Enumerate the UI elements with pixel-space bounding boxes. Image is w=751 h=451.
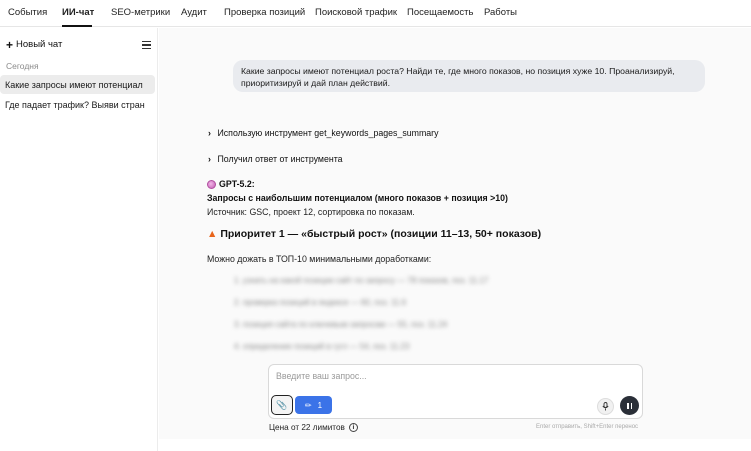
attach-button[interactable]: 📎	[271, 395, 293, 415]
user-message-bubble: Какие запросы имеют потенциал роста? Най…	[233, 60, 705, 92]
paperclip-icon: 📎	[276, 399, 288, 410]
blurred-list-item: 3. позиция сайта по ключевым запросам — …	[234, 320, 448, 329]
priority-heading-text: Приоритет 1 — «быстрый рост» (позиции 11…	[220, 228, 542, 240]
fire-icon: ▲	[207, 228, 218, 240]
chat-main-area: Какие запросы имеют потенциал роста? Най…	[159, 28, 751, 439]
tab-events[interactable]: События	[8, 7, 47, 18]
tool-call-text: Использую инструмент get_keywords_pages_…	[217, 128, 439, 138]
price-label: Цена от 22 лимитов	[269, 423, 345, 432]
top-navigation: События ИИ-чат SEO-метрики Аудит Проверк…	[0, 0, 751, 27]
model-name: GPT-5.2:	[219, 179, 255, 189]
microphone-icon	[602, 402, 609, 411]
chat-list-item[interactable]: Какие запросы имеют потенциал	[0, 75, 155, 94]
tab-position-check[interactable]: Проверка позиций	[224, 7, 305, 18]
tool-call-toggle[interactable]: › Использую инструмент get_keywords_page…	[208, 128, 439, 138]
chevron-right-icon: ›	[208, 154, 211, 164]
chat-sidebar: + Новый чат Сегодня Какие запросы имеют …	[0, 28, 158, 451]
tools-count: 1	[317, 400, 323, 410]
new-chat-label: Новый чат	[16, 39, 63, 50]
tab-works[interactable]: Работы	[484, 7, 517, 18]
model-icon	[207, 179, 216, 189]
tab-attendance[interactable]: Посещаемость	[407, 7, 473, 18]
stop-generation-button[interactable]	[620, 396, 639, 415]
message-composer: Введите ваш запрос... 📎 ✏ 1	[268, 364, 643, 419]
priority-text: Можно дожать в ТОП-10 минимальными дораб…	[207, 254, 432, 264]
answer-title: Запросы с наибольшим потенциалом (много …	[207, 193, 508, 203]
menu-icon[interactable]	[142, 41, 151, 49]
tab-audit[interactable]: Аудит	[181, 7, 207, 18]
tab-search-traffic[interactable]: Поисковой трафик	[315, 7, 397, 18]
keyboard-hint: Enter отправить, Shift+Enter перенос	[536, 424, 639, 430]
price-info: Цена от 22 лимитов i	[269, 423, 358, 432]
active-tab-indicator	[62, 25, 92, 27]
tool-result-text: Получил ответ от инструмента	[217, 154, 343, 164]
message-input[interactable]: Введите ваш запрос...	[276, 371, 367, 381]
new-chat-button[interactable]: + Новый чат	[6, 37, 63, 52]
section-label-today: Сегодня	[6, 61, 39, 71]
wrench-icon: ✏	[304, 400, 312, 410]
chat-list-item[interactable]: Где падает трафик? Выяви стран	[0, 95, 155, 114]
bottom-strip	[159, 439, 751, 451]
chevron-right-icon: ›	[208, 128, 211, 138]
pause-icon	[626, 402, 629, 409]
info-icon[interactable]: i	[348, 423, 358, 432]
blurred-list-item: 2. проверка позиций в яндексе — 60, поз.…	[234, 298, 407, 307]
plus-icon: +	[6, 37, 14, 52]
blurred-list-item: 1. узнать на какой позиции сайт по запро…	[234, 276, 489, 285]
blurred-list-item: 4. определение позиций в гугл — 54, поз.…	[234, 342, 410, 351]
answer-source: Источник: GSC, проект 12, сортировка по …	[207, 207, 415, 217]
tools-button[interactable]: ✏ 1	[295, 396, 332, 414]
tab-ai-chat[interactable]: ИИ-чат	[62, 7, 94, 18]
priority-heading: ▲ Приоритет 1 — «быстрый рост» (позиции …	[207, 228, 541, 240]
microphone-button[interactable]	[597, 398, 614, 415]
tool-result-toggle[interactable]: › Получил ответ от инструмента	[208, 154, 343, 164]
tab-seo-metrics[interactable]: SEO-метрики	[111, 7, 170, 18]
model-label: GPT-5.2:	[207, 179, 255, 189]
